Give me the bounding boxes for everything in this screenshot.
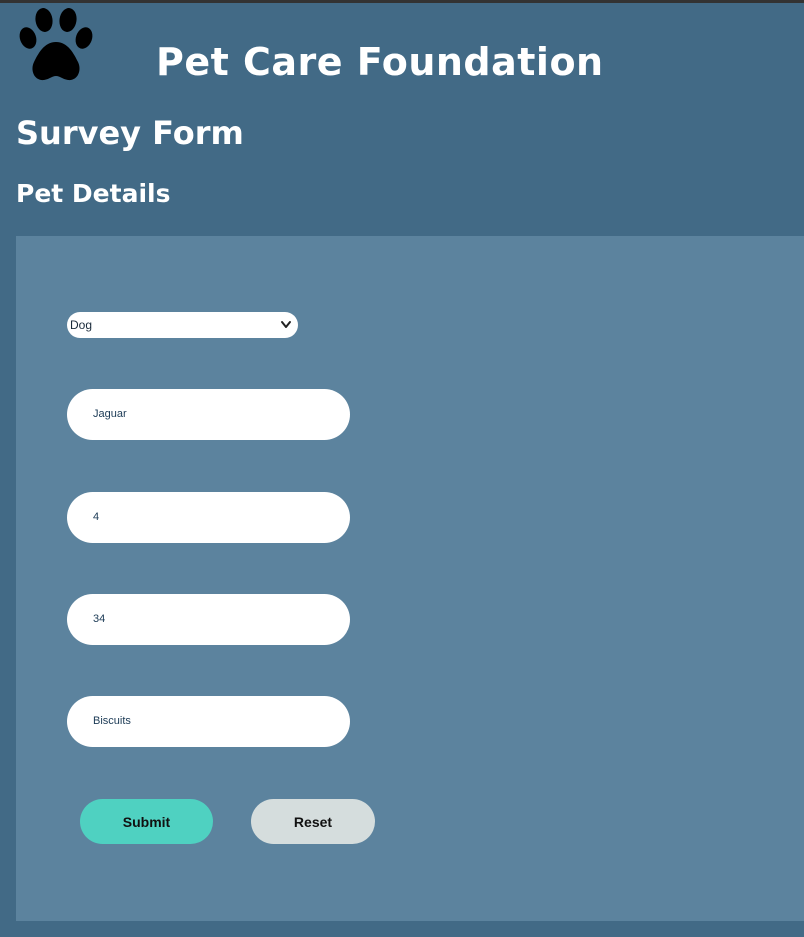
pet-age-value: 4 bbox=[93, 511, 100, 523]
form-title: Survey Form bbox=[16, 114, 244, 152]
pet-name-value: Jaguar bbox=[93, 408, 127, 420]
pet-food-field[interactable]: Biscuits bbox=[67, 696, 350, 747]
pet-weight-field[interactable]: 34 bbox=[67, 594, 350, 645]
pet-details-panel: Dog Jaguar 4 34 Biscuits Submit Reset bbox=[16, 236, 804, 921]
paw-print-icon bbox=[19, 8, 93, 81]
chevron-down-icon bbox=[281, 321, 291, 328]
section-title: Pet Details bbox=[16, 179, 171, 208]
top-border bbox=[0, 0, 804, 3]
reset-button[interactable]: Reset bbox=[251, 799, 375, 844]
pet-weight-value: 34 bbox=[93, 613, 106, 625]
pet-type-select[interactable]: Dog bbox=[67, 312, 298, 338]
pet-name-field[interactable]: Jaguar bbox=[67, 389, 350, 440]
pet-food-value: Biscuits bbox=[93, 715, 131, 727]
submit-button[interactable]: Submit bbox=[80, 799, 213, 844]
pet-type-select-value: Dog bbox=[70, 318, 93, 332]
pet-age-field[interactable]: 4 bbox=[67, 492, 350, 543]
site-title: Pet Care Foundation bbox=[156, 40, 604, 84]
